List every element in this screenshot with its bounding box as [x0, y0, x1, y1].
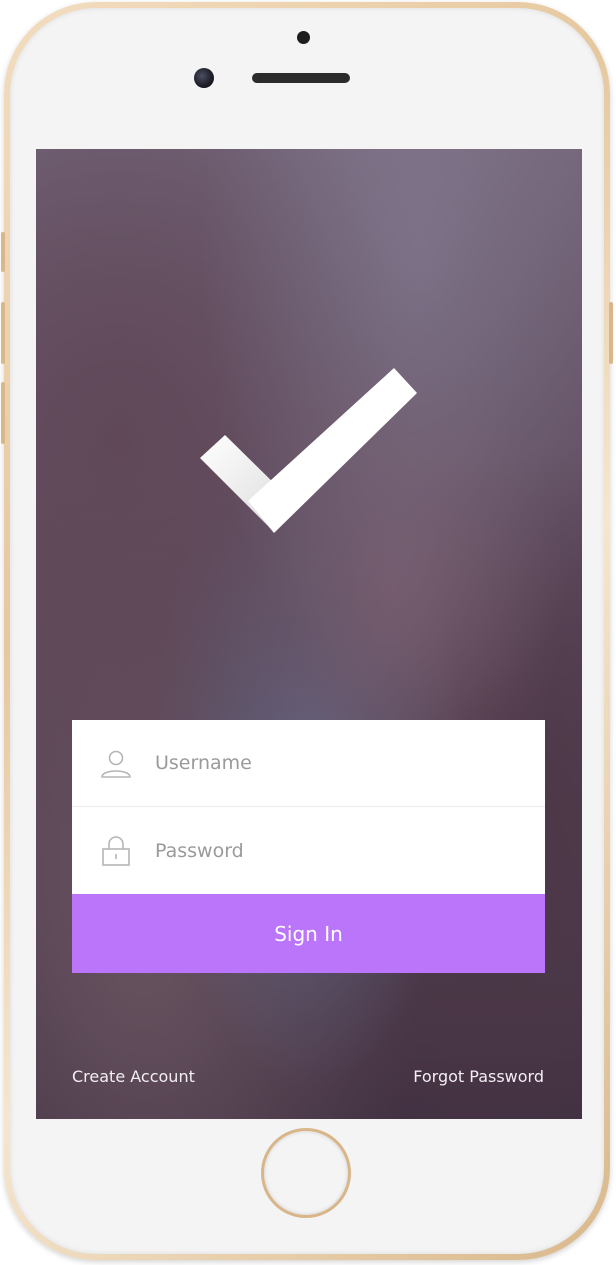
- volume-up-button: [1, 302, 5, 364]
- username-input[interactable]: [155, 720, 515, 806]
- forgot-password-link[interactable]: Forgot Password: [413, 1067, 544, 1086]
- power-button: [609, 302, 613, 364]
- sign-in-button[interactable]: Sign In: [72, 894, 545, 973]
- home-button[interactable]: [261, 1128, 351, 1218]
- password-field: [72, 807, 545, 894]
- user-icon: [101, 750, 131, 778]
- earpiece-speaker: [252, 73, 350, 83]
- front-camera: [194, 68, 214, 88]
- proximity-sensor: [297, 31, 310, 44]
- username-field: [72, 720, 545, 807]
- checkmark-icon: [200, 368, 417, 533]
- lock-icon: [102, 836, 130, 866]
- mute-switch: [1, 232, 5, 272]
- login-form: Sign In: [72, 720, 545, 973]
- create-account-link[interactable]: Create Account: [72, 1067, 195, 1086]
- password-input[interactable]: [155, 807, 515, 894]
- volume-down-button: [1, 382, 5, 444]
- app-screen: Sign In Create Account Forgot Password: [36, 149, 582, 1119]
